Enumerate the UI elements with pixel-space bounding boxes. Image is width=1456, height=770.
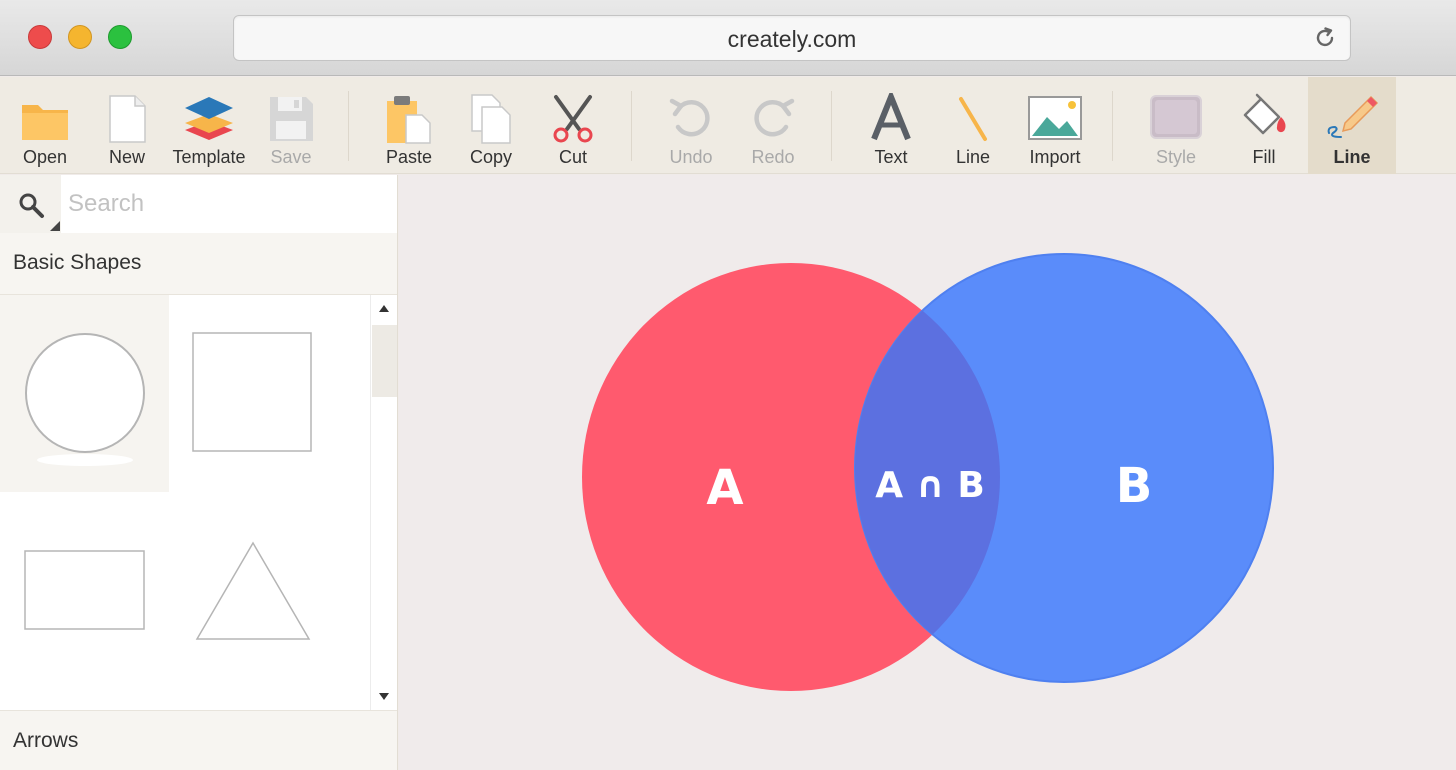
- venn-label-intersection: A ∩ B: [875, 465, 985, 506]
- arrows-header[interactable]: Arrows: [0, 710, 397, 770]
- template-button[interactable]: Template: [168, 77, 250, 174]
- toolbar: Open New Template Save Paste Copy Cut Un…: [0, 77, 1456, 174]
- maximize-window-button[interactable]: [108, 25, 132, 49]
- square-shape-icon: [192, 332, 312, 452]
- layers-icon: [185, 97, 233, 140]
- url-text: creately.com: [727, 26, 857, 52]
- triangle-shape-icon: [195, 541, 311, 640]
- toolbar-divider: [348, 91, 349, 161]
- shapes-grid: [0, 295, 370, 710]
- basic-shapes-header[interactable]: Basic Shapes: [0, 233, 397, 295]
- circle-shape-icon: [25, 333, 145, 466]
- close-window-button[interactable]: [28, 25, 52, 49]
- open-button[interactable]: Open: [4, 77, 86, 174]
- search-options-button[interactable]: [0, 175, 61, 233]
- paste-button[interactable]: Paste: [368, 77, 450, 174]
- diagonal-line-icon: [959, 97, 987, 141]
- toolbar-divider: [1112, 91, 1113, 161]
- save-button[interactable]: Save: [250, 77, 332, 174]
- style-swatch-icon: [1150, 95, 1202, 139]
- search-icon: [19, 193, 44, 218]
- browser-titlebar: creately.com: [0, 0, 1456, 76]
- toolbar-divider: [631, 91, 632, 161]
- clipboard-icon: [387, 96, 431, 144]
- paint-bucket-icon: [1243, 93, 1286, 135]
- venn-label-b: B: [1116, 458, 1153, 514]
- pencil-icon: [1327, 95, 1379, 138]
- copy-button[interactable]: Copy: [450, 77, 532, 174]
- new-document-icon: [109, 95, 146, 143]
- rectangle-shape-icon: [24, 550, 145, 630]
- scroll-thumb[interactable]: [372, 325, 397, 397]
- line-tool-button[interactable]: Line: [932, 77, 1014, 174]
- dropdown-corner-icon: [50, 221, 60, 231]
- scroll-up-button[interactable]: [371, 295, 397, 321]
- scroll-down-button[interactable]: [371, 684, 397, 710]
- triangle-up-icon: [379, 305, 389, 312]
- redo-button[interactable]: Redo: [732, 77, 814, 174]
- style-button[interactable]: Style: [1135, 77, 1217, 174]
- cut-button[interactable]: Cut: [532, 77, 614, 174]
- undo-button[interactable]: Undo: [650, 77, 732, 174]
- shape-rectangle[interactable]: [0, 503, 169, 700]
- diagram-canvas[interactable]: A A ∩ B B: [399, 175, 1456, 770]
- search-input[interactable]: [61, 175, 397, 233]
- scissors-icon: [553, 95, 593, 143]
- undo-icon: [669, 98, 710, 137]
- address-bar[interactable]: creately.com: [233, 15, 1351, 61]
- reload-icon[interactable]: [1312, 25, 1338, 51]
- shape-search: [0, 175, 397, 233]
- folder-icon: [22, 105, 68, 140]
- fill-button[interactable]: Fill: [1223, 77, 1305, 174]
- shape-triangle[interactable]: [169, 503, 338, 700]
- copy-icon: [471, 94, 511, 144]
- new-button[interactable]: New: [86, 77, 168, 174]
- shape-library-panel: Basic Shapes: [0, 175, 398, 770]
- toolbar-divider: [831, 91, 832, 161]
- line-style-button[interactable]: Line: [1308, 77, 1396, 174]
- shapes-scrollbar[interactable]: [370, 295, 397, 710]
- import-button[interactable]: Import: [1014, 77, 1096, 174]
- text-button[interactable]: Text: [850, 77, 932, 174]
- image-icon: [1028, 96, 1082, 140]
- redo-icon: [754, 98, 795, 137]
- venn-diagram[interactable]: A A ∩ B B: [399, 175, 1456, 770]
- triangle-down-icon: [379, 693, 389, 700]
- venn-label-a: A: [706, 460, 743, 516]
- minimize-window-button[interactable]: [68, 25, 92, 49]
- shape-circle[interactable]: [0, 295, 169, 492]
- text-letter-icon: [871, 93, 911, 141]
- shape-square[interactable]: [169, 295, 338, 492]
- save-disk-icon: [270, 97, 313, 141]
